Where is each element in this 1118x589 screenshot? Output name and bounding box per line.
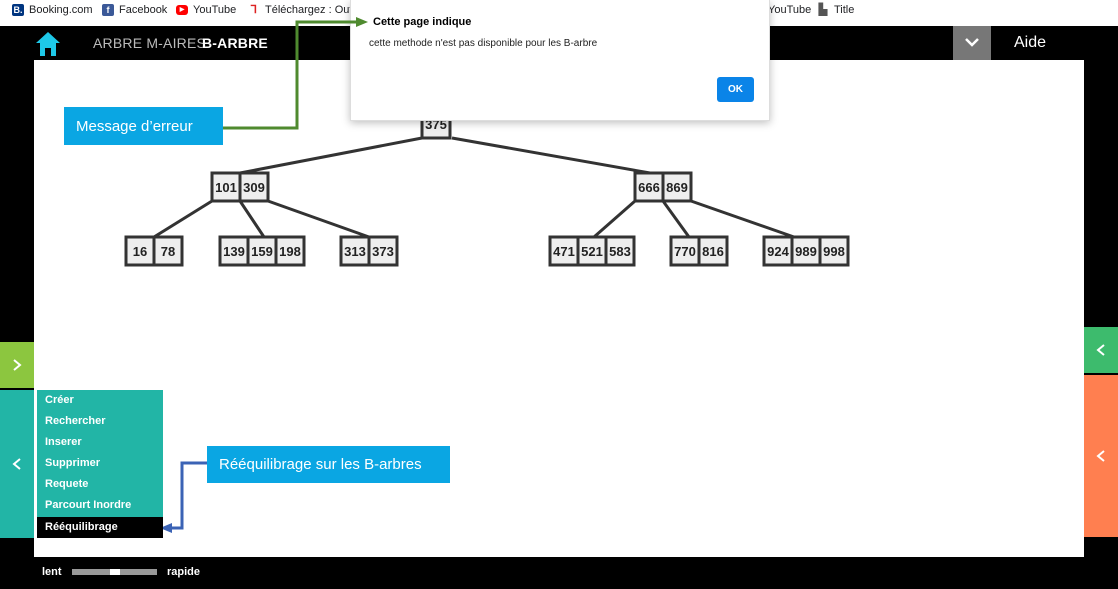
bookmark-label: YouTube <box>768 4 812 16</box>
tree-key-label: 309 <box>243 180 265 195</box>
speed-slow-label: lent <box>42 566 62 578</box>
dialog-message: cette methode n'est pas disponible pour … <box>369 38 598 49</box>
speed-slider[interactable] <box>72 569 157 575</box>
bookmark-title[interactable]: ▙ Title <box>817 4 854 16</box>
download-tool-icon: Ꞁ <box>248 4 260 16</box>
edge <box>661 200 691 238</box>
tree-key-label: 770 <box>674 244 696 259</box>
bookmark-booking[interactable]: B. Booking.com <box>12 4 93 16</box>
speed-slider-thumb[interactable] <box>109 569 120 575</box>
right-panel-top-button[interactable] <box>1084 327 1118 373</box>
menu-item-reequilibrage[interactable]: Rééquilibrage <box>37 517 163 538</box>
edge <box>239 136 423 175</box>
tree-node: 924 989 998 <box>762 235 850 267</box>
edge <box>238 200 266 238</box>
bookmark-label: Booking.com <box>29 4 93 16</box>
chevron-left-icon <box>12 458 21 470</box>
dialog-title: Cette page indique <box>373 16 472 28</box>
edge <box>153 199 213 239</box>
tree-node: 16 78 <box>124 235 184 267</box>
tree-key-label: 471 <box>553 244 575 259</box>
bookmark-download-tool[interactable]: Ꞁ Téléchargez : Outils <box>248 4 363 16</box>
bookmark-label: Facebook <box>119 4 168 16</box>
operations-menu: Créer Rechercher Inserer Supprimer Reque… <box>37 390 163 538</box>
tree-key-label: 816 <box>702 244 724 259</box>
menu-item-parcourt-inordre[interactable]: Parcourt Inordre <box>37 495 163 516</box>
booking-icon: B. <box>12 4 24 16</box>
menu-item-rechercher[interactable]: Rechercher <box>37 411 163 432</box>
bookmark-youtube-2[interactable]: YouTube <box>768 4 811 16</box>
bookmark-label: Téléchargez : Outils <box>265 4 363 16</box>
bookmark-label: YouTube <box>193 4 237 16</box>
tree-node: 101 309 <box>210 171 270 203</box>
document-icon: ▙ <box>817 4 829 16</box>
tree-key-label: 198 <box>279 244 301 259</box>
right-panel-bottom-button[interactable] <box>1084 375 1118 537</box>
speed-fast-label: rapide <box>167 566 201 578</box>
tree-key-label: 159 <box>251 244 273 259</box>
tree-key-label: 101 <box>215 180 237 195</box>
tree-key-label: 666 <box>638 180 660 195</box>
rebalance-callout: Rééquilibrage sur les B-arbres <box>207 446 450 483</box>
tree-key-label: 869 <box>666 180 688 195</box>
tree-key-label: 989 <box>795 244 817 259</box>
tree-key-label: 998 <box>823 244 845 259</box>
tree-nodes: 375101 309 666 86916 78 139 159 198 313 373 471 521… <box>124 108 850 267</box>
tree-key-label: 139 <box>223 244 245 259</box>
home-icon[interactable] <box>34 30 62 58</box>
nav-b-arbre[interactable]: B-ARBRE <box>202 35 268 51</box>
tree-key-label: 373 <box>372 244 394 259</box>
dropdown-toggle-button[interactable] <box>953 26 991 60</box>
collapse-menu-button[interactable] <box>0 390 34 538</box>
tree-key-label: 16 <box>133 244 147 259</box>
youtube-icon: ▶ <box>176 5 188 15</box>
alert-dialog: Cette page indique cette methode n'est p… <box>350 0 770 121</box>
tree-key-label: 313 <box>344 244 366 259</box>
bookmark-youtube[interactable]: ▶ YouTube <box>176 4 236 16</box>
help-link[interactable]: Aide <box>1014 34 1046 52</box>
edge <box>690 199 795 239</box>
expand-left-top-button[interactable] <box>0 342 34 388</box>
tree-node: 770 816 <box>669 235 729 267</box>
chevron-right-icon <box>13 359 22 371</box>
tree-node: 313 373 <box>339 235 399 267</box>
edge <box>267 199 370 239</box>
tree-node: 666 869 <box>633 171 693 203</box>
edge <box>451 136 651 175</box>
edge <box>593 199 636 239</box>
tree-node: 471 521 583 <box>548 235 636 267</box>
menu-item-inserer[interactable]: Inserer <box>37 432 163 453</box>
menu-item-creer[interactable]: Créer <box>37 390 163 411</box>
ok-button[interactable]: OK <box>717 77 754 102</box>
tree-key-label: 78 <box>161 244 175 259</box>
tree-key-label: 924 <box>767 244 789 259</box>
error-callout: Message d’erreur <box>64 107 223 145</box>
bookmark-facebook[interactable]: f Facebook <box>102 4 167 16</box>
facebook-icon: f <box>102 4 114 16</box>
bookmark-label: Title <box>834 4 855 16</box>
tree-node: 139 159 198 <box>218 235 306 267</box>
tree-key-label: 521 <box>581 244 603 259</box>
chevron-left-icon <box>1096 344 1105 356</box>
tree-key-label: 583 <box>609 244 631 259</box>
menu-item-requete[interactable]: Requete <box>37 474 163 495</box>
chevron-left-icon <box>1096 450 1105 462</box>
nav-arbre-m-aires[interactable]: ARBRE M-AIRES <box>93 35 206 51</box>
chevron-down-icon <box>965 38 979 47</box>
menu-item-supprimer[interactable]: Supprimer <box>37 453 163 474</box>
